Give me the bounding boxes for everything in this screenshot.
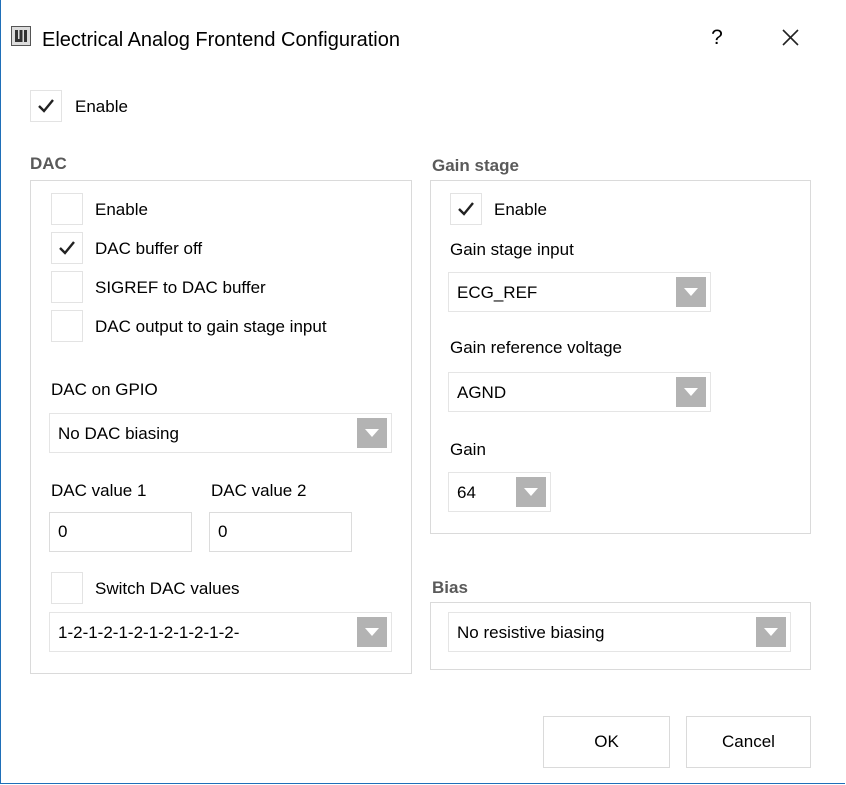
- dac-value1-label: DAC value 1: [51, 481, 147, 500]
- gain-ref-label: Gain reference voltage: [450, 338, 622, 357]
- checkmark-icon: [458, 202, 474, 216]
- chevron-down-icon: [357, 617, 387, 647]
- bias-select[interactable]: No resistive biasing: [448, 612, 791, 652]
- switch-dac-values-checkbox[interactable]: [51, 572, 83, 604]
- gain-value: 64: [457, 483, 476, 502]
- dac-buffer-off-checkbox[interactable]: [51, 232, 83, 264]
- dac-pattern-select[interactable]: 1-2-1-2-1-2-1-2-1-2-1-2-: [49, 612, 392, 652]
- chevron-down-icon: [676, 277, 706, 307]
- checkmark-icon: [38, 99, 54, 113]
- sigref-checkbox[interactable]: [51, 271, 83, 303]
- chevron-down-icon: [357, 418, 387, 448]
- gain-stage-section-title: Gain stage: [432, 156, 519, 175]
- dac-value1-input[interactable]: [50, 513, 191, 551]
- dac-value2-field[interactable]: [209, 512, 352, 552]
- dac-value2-input[interactable]: [210, 513, 351, 551]
- dac-enable-label: Enable: [95, 200, 148, 219]
- title-bar: Electrical Analog Frontend Configuration…: [0, 0, 846, 86]
- switch-dac-values-label: Switch DAC values: [95, 579, 240, 598]
- sigref-label: SIGREF to DAC buffer: [95, 278, 266, 297]
- gain-input-label: Gain stage input: [450, 240, 574, 259]
- dac-output-to-gain-label: DAC output to gain stage input: [95, 317, 327, 336]
- enable-checkbox[interactable]: [30, 90, 62, 122]
- gain-ref-select[interactable]: AGND: [448, 372, 711, 412]
- gain-ref-value: AGND: [457, 383, 507, 402]
- dac-pattern-value: 1-2-1-2-1-2-1-2-1-2-1-2-: [58, 623, 240, 642]
- gain-label: Gain: [450, 440, 486, 459]
- dac-enable-checkbox[interactable]: [51, 193, 83, 225]
- ok-button[interactable]: OK: [543, 716, 670, 768]
- dac-gpio-label: DAC on GPIO: [51, 380, 158, 399]
- dac-value1-field[interactable]: [49, 512, 192, 552]
- gain-enable-label: Enable: [494, 200, 547, 219]
- dac-section-title: DAC: [30, 154, 67, 173]
- dac-gpio-value: No DAC biasing: [58, 424, 179, 443]
- close-button[interactable]: [776, 22, 806, 52]
- window-title: Electrical Analog Frontend Configuration: [42, 29, 400, 51]
- gain-input-value: ECG_REF: [457, 283, 538, 302]
- gain-enable-checkbox[interactable]: [450, 193, 482, 225]
- bias-section-title: Bias: [432, 578, 468, 597]
- enable-label: Enable: [75, 97, 128, 116]
- chevron-down-icon: [756, 617, 786, 647]
- dac-gpio-select[interactable]: No DAC biasing: [49, 413, 392, 453]
- help-button[interactable]: ?: [706, 26, 728, 50]
- checkmark-icon: [59, 241, 75, 255]
- dac-buffer-off-label: DAC buffer off: [95, 239, 203, 258]
- gain-select[interactable]: 64: [448, 472, 551, 512]
- chevron-down-icon: [516, 477, 546, 507]
- dac-output-to-gain-checkbox[interactable]: [51, 310, 83, 342]
- app-icon: [11, 26, 31, 46]
- gain-input-select[interactable]: ECG_REF: [448, 272, 711, 312]
- cancel-button[interactable]: Cancel: [686, 716, 811, 768]
- close-icon: [782, 29, 799, 46]
- dac-value2-label: DAC value 2: [211, 481, 307, 500]
- chevron-down-icon: [676, 377, 706, 407]
- bias-value: No resistive biasing: [457, 623, 605, 642]
